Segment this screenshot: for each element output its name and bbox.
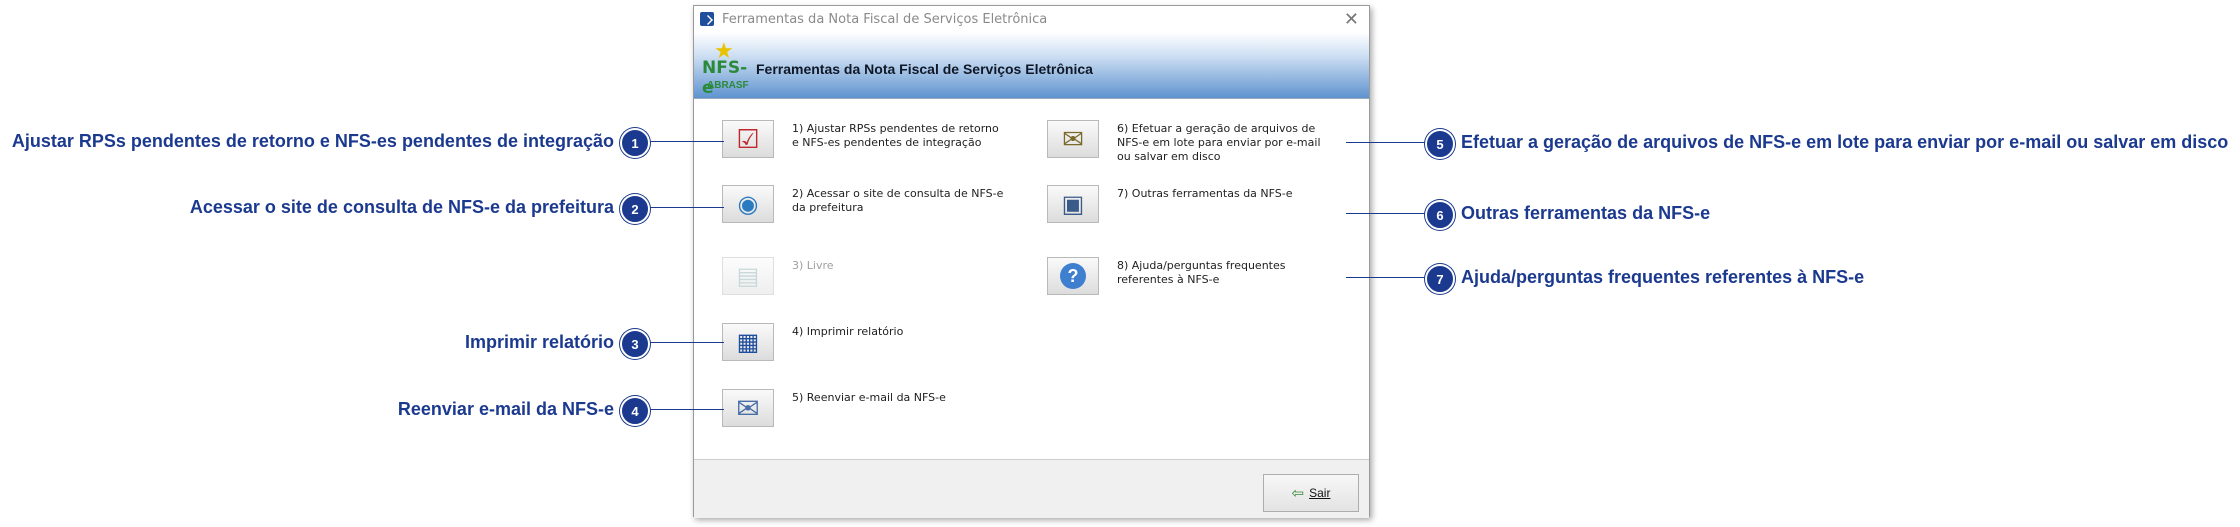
tool-livre: ▤ 3) Livre — [722, 257, 1007, 295]
dialog-header: ★ NFS-e ABRASF Ferramentas da Nota Fisca… — [694, 32, 1369, 99]
callout-2: Acessar o site de consulta de NFS-e da p… — [190, 194, 650, 224]
callout-line — [648, 409, 724, 410]
callout-text: Ajustar RPSs pendentes de retorno e NFS-… — [11, 131, 614, 151]
callout-badge: 4 — [620, 396, 650, 426]
tool-label: 3) Livre — [792, 259, 834, 272]
blank-document-icon: ▤ — [722, 257, 774, 295]
callout-line — [1346, 213, 1426, 214]
tool-outras-ferramentas[interactable]: ▣ 7) Outras ferramentas da NFS-e — [1047, 185, 1332, 223]
tool-label: 2) Acessar o site de consulta de NFS-e d… — [792, 187, 1004, 214]
callout-text: Acessar o site de consulta de NFS-e da p… — [189, 197, 614, 217]
callout-text: Outras ferramentas da NFS-e — [1461, 203, 1711, 223]
nfse-logo: ★ NFS-e ABRASF — [702, 38, 749, 98]
title-bar: Ferramentas da Nota Fiscal de Serviços E… — [694, 6, 1369, 32]
callout-badge: 5 — [1425, 129, 1455, 159]
callout-7: 7 Ajuda/perguntas frequentes referentes … — [1425, 264, 1864, 294]
callout-1: Ajustar RPSs pendentes de retorno e NFS-… — [12, 128, 650, 158]
callout-text: Reenviar e-mail da NFS-e — [397, 399, 614, 419]
callout-line — [1346, 142, 1426, 143]
callout-text: Ajuda/perguntas frequentes referentes à … — [1461, 267, 1865, 287]
exit-door-icon: ⇦ — [1291, 485, 1305, 502]
callout-3: Imprimir relatório 3 — [465, 329, 650, 359]
checklist-icon[interactable]: ☑ — [722, 120, 774, 158]
app-icon — [700, 12, 714, 26]
dialog-footer: ⇦ Sair — [694, 460, 1369, 518]
tool-ajustar-rps[interactable]: ☑ 1) Ajustar RPSs pendentes de retorno e… — [722, 120, 1007, 158]
help-icon[interactable]: ? — [1047, 257, 1099, 295]
tool-label: 6) Efetuar a geração de arquivos de NFS-… — [1117, 122, 1321, 163]
callout-badge: 7 — [1425, 264, 1455, 294]
callout-4: Reenviar e-mail da NFS-e 4 — [398, 396, 650, 426]
tool-label: 7) Outras ferramentas da NFS-e — [1117, 187, 1293, 200]
tool-label: 8) Ajuda/perguntas frequentes referentes… — [1117, 259, 1286, 286]
tool-label: 5) Reenviar e-mail da NFS-e — [792, 391, 946, 404]
tools-panel: ☑ 1) Ajustar RPSs pendentes de retorno e… — [694, 99, 1369, 460]
tool-gerar-arquivos-lote[interactable]: ✉ 6) Efetuar a geração de arquivos de NF… — [1047, 120, 1332, 164]
callout-text: Imprimir relatório — [464, 332, 614, 352]
envelope-icon[interactable]: ✉ — [722, 389, 774, 427]
window-title: Ferramentas da Nota Fiscal de Serviços E… — [722, 11, 1048, 27]
report-icon[interactable]: ▦ — [722, 323, 774, 361]
email-batch-icon[interactable]: ✉ — [1047, 120, 1099, 158]
callout-text: Efetuar a geração de arquivos de NFS-e e… — [1461, 132, 2229, 152]
callout-badge: 6 — [1425, 200, 1455, 230]
header-title: Ferramentas da Nota Fiscal de Serviços E… — [756, 61, 1093, 77]
tools-dialog: Ferramentas da Nota Fiscal de Serviços E… — [693, 5, 1370, 518]
callout-badge: 2 — [620, 194, 650, 224]
tool-imprimir-relatorio[interactable]: ▦ 4) Imprimir relatório — [722, 323, 1007, 361]
callout-line — [1346, 277, 1426, 278]
tool-acessar-site[interactable]: ◉ 2) Acessar o site de consulta de NFS-e… — [722, 185, 1007, 223]
exit-button-label: Sair — [1309, 486, 1331, 500]
callout-6: 6 Outras ferramentas da NFS-e — [1425, 200, 1710, 230]
tool-ajuda[interactable]: ? 8) Ajuda/perguntas frequentes referent… — [1047, 257, 1332, 295]
globe-icon[interactable]: ◉ — [722, 185, 774, 223]
callout-line — [648, 207, 724, 208]
callout-badge: 3 — [620, 329, 650, 359]
exit-button[interactable]: ⇦ Sair — [1263, 474, 1359, 512]
callout-5: 5 Efetuar a geração de arquivos de NFS-e… — [1425, 129, 2228, 159]
callout-badge: 1 — [620, 128, 650, 158]
callout-line — [648, 342, 724, 343]
tools-computer-icon[interactable]: ▣ — [1047, 185, 1099, 223]
tool-label: 1) Ajustar RPSs pendentes de retorno e N… — [792, 122, 999, 149]
callout-line — [648, 141, 724, 142]
tool-label: 4) Imprimir relatório — [792, 325, 904, 338]
close-icon[interactable]: ✕ — [1344, 9, 1359, 30]
tool-reenviar-email[interactable]: ✉ 5) Reenviar e-mail da NFS-e — [722, 389, 1007, 427]
